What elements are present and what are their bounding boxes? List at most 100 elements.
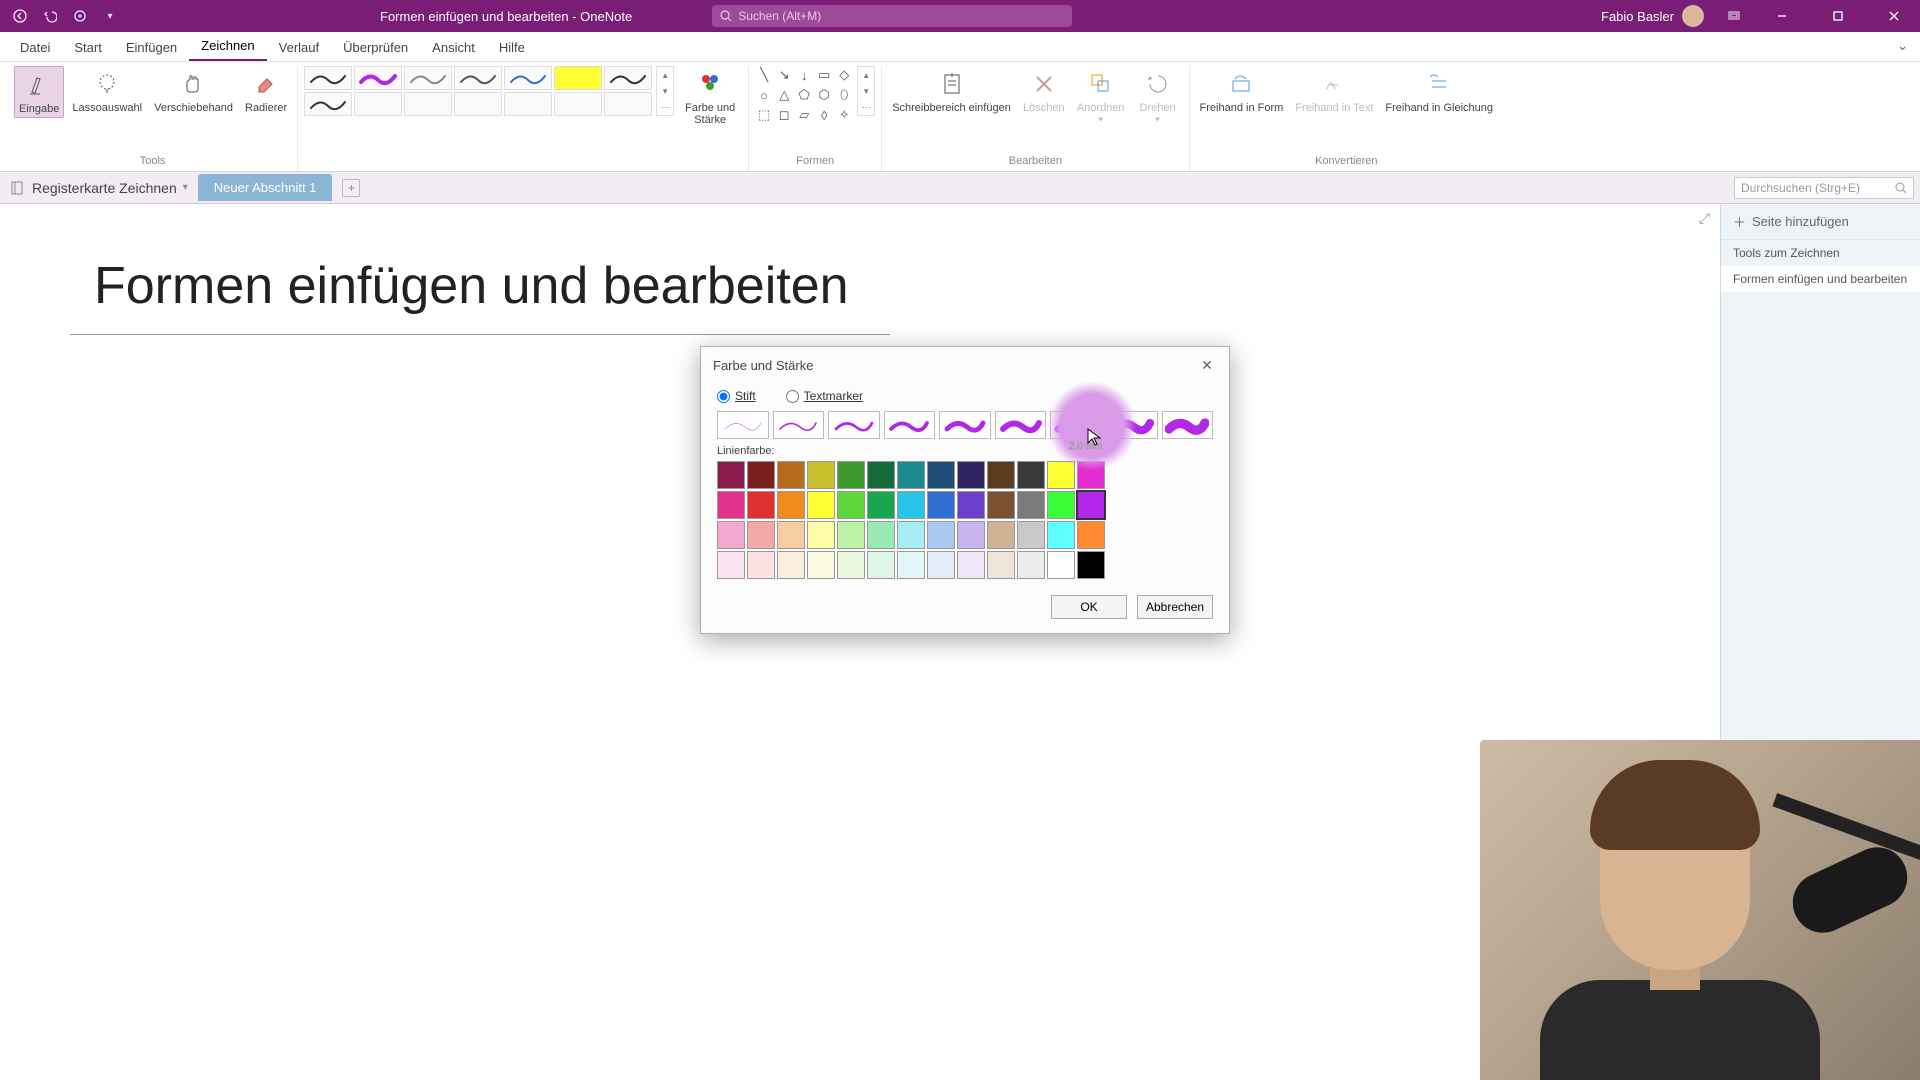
fullscreen-icon[interactable]: ⤢ xyxy=(1699,210,1710,227)
page-list-item[interactable]: Formen einfügen und bearbeiten xyxy=(1721,266,1920,292)
menu-tab-start[interactable]: Start xyxy=(62,34,113,61)
color-swatch[interactable] xyxy=(717,461,745,489)
color-swatch[interactable] xyxy=(717,521,745,549)
color-swatch[interactable] xyxy=(807,461,835,489)
color-swatch[interactable] xyxy=(1047,461,1075,489)
color-swatch[interactable] xyxy=(1047,521,1075,549)
color-swatch[interactable] xyxy=(1017,461,1045,489)
page-list-item[interactable]: Tools zum Zeichnen xyxy=(1721,240,1920,266)
tool-eingabe[interactable]: Eingabe xyxy=(14,66,64,118)
color-swatch[interactable] xyxy=(807,521,835,549)
color-swatch[interactable] xyxy=(747,551,775,579)
color-swatch[interactable] xyxy=(927,521,955,549)
undo-icon[interactable] xyxy=(40,6,60,26)
color-swatch[interactable] xyxy=(987,461,1015,489)
pen-preset-3[interactable] xyxy=(454,66,502,90)
menu-tab-datei[interactable]: Datei xyxy=(8,34,62,61)
collapse-ribbon-icon[interactable]: ⌄ xyxy=(1897,38,1908,54)
radio-marker[interactable]: Textmarker xyxy=(786,389,863,403)
radio-pen[interactable]: Stift xyxy=(717,389,756,403)
pen-preset-b5[interactable] xyxy=(554,92,602,116)
shape-6[interactable]: △ xyxy=(775,86,793,104)
color-swatch[interactable] xyxy=(777,461,805,489)
color-swatch[interactable] xyxy=(957,461,985,489)
thickness-0[interactable] xyxy=(717,411,769,439)
notebook-search[interactable]: Durchsuchen (Strg+E) xyxy=(1734,177,1914,199)
color-swatch[interactable] xyxy=(747,521,775,549)
pen-preset-1[interactable] xyxy=(354,66,402,90)
shape-8[interactable]: ⬡ xyxy=(815,86,833,104)
menu-tab-zeichnen[interactable]: Zeichnen xyxy=(189,32,266,61)
shape-4[interactable]: ◇ xyxy=(835,66,853,84)
color-swatch[interactable] xyxy=(1077,551,1105,579)
thickness-4[interactable] xyxy=(939,411,991,439)
color-swatch[interactable] xyxy=(987,521,1015,549)
color-swatch[interactable] xyxy=(777,551,805,579)
menu-tab-überprüfen[interactable]: Überprüfen xyxy=(331,34,420,61)
thickness-3[interactable] xyxy=(884,411,936,439)
thickness-2[interactable] xyxy=(828,411,880,439)
menu-tab-einfügen[interactable]: Einfügen xyxy=(114,34,189,61)
color-swatch[interactable] xyxy=(807,491,835,519)
pen-preset-2[interactable] xyxy=(404,66,452,90)
color-swatch[interactable] xyxy=(927,491,955,519)
add-page-button[interactable]: ＋ Seite hinzufügen xyxy=(1721,204,1920,240)
shape-10[interactable]: ⬚ xyxy=(755,106,773,124)
color-swatch[interactable] xyxy=(867,491,895,519)
color-swatch[interactable] xyxy=(837,491,865,519)
color-swatch[interactable] xyxy=(1077,491,1105,519)
color-swatch[interactable] xyxy=(837,521,865,549)
color-swatch[interactable] xyxy=(837,551,865,579)
maximize-button[interactable] xyxy=(1820,0,1856,32)
menu-tab-verlauf[interactable]: Verlauf xyxy=(267,34,331,61)
search-box[interactable]: Suchen (Alt+M) xyxy=(712,5,1072,27)
convert-2[interactable]: Freihand in Gleichung xyxy=(1381,66,1497,116)
color-swatch[interactable] xyxy=(837,461,865,489)
shape-7[interactable]: ⬠ xyxy=(795,86,813,104)
color-swatch[interactable] xyxy=(1077,521,1105,549)
shape-11[interactable]: ◻ xyxy=(775,106,793,124)
color-swatch[interactable] xyxy=(777,491,805,519)
color-swatch[interactable] xyxy=(807,551,835,579)
shape-1[interactable]: ↘ xyxy=(775,66,793,84)
add-section-button[interactable]: + xyxy=(342,179,360,197)
shapes-gallery[interactable]: ╲↘↓▭◇○△⬠⬡⬯⬚◻▱◊✧ xyxy=(755,66,853,124)
pen-preset-5[interactable] xyxy=(554,66,602,90)
color-swatch[interactable] xyxy=(747,461,775,489)
color-swatch[interactable] xyxy=(717,491,745,519)
pen-preset-0[interactable] xyxy=(304,66,352,90)
pen-preset-b1[interactable] xyxy=(354,92,402,116)
edit-0[interactable]: Schreibbereich einfügen xyxy=(888,66,1015,116)
thickness-6[interactable] xyxy=(1050,411,1102,439)
pen-preset-b3[interactable] xyxy=(454,92,502,116)
color-swatch[interactable] xyxy=(867,461,895,489)
present-icon[interactable] xyxy=(1724,6,1744,26)
color-swatch[interactable] xyxy=(897,461,925,489)
touch-icon[interactable] xyxy=(70,6,90,26)
shape-13[interactable]: ◊ xyxy=(815,106,833,124)
convert-0[interactable]: Freihand in Form xyxy=(1196,66,1288,116)
pen-preset-4[interactable] xyxy=(504,66,552,90)
color-swatch[interactable] xyxy=(927,551,955,579)
back-icon[interactable] xyxy=(10,6,30,26)
color-swatch[interactable] xyxy=(897,521,925,549)
color-swatch[interactable] xyxy=(897,491,925,519)
color-swatch[interactable] xyxy=(717,551,745,579)
color-swatch[interactable] xyxy=(1017,521,1045,549)
shape-3[interactable]: ▭ xyxy=(815,66,833,84)
tool-verschiebehand[interactable]: Verschiebehand xyxy=(150,66,237,116)
color-swatch[interactable] xyxy=(777,521,805,549)
shapes-gallery-expand[interactable]: ▴▾⋯ xyxy=(857,66,875,116)
thickness-7[interactable] xyxy=(1106,411,1158,439)
color-thickness-button[interactable]: Farbe und Stärke xyxy=(678,66,742,128)
shape-9[interactable]: ⬯ xyxy=(835,86,853,104)
color-swatch[interactable] xyxy=(747,491,775,519)
color-swatch[interactable] xyxy=(1017,491,1045,519)
cancel-button[interactable]: Abbrechen xyxy=(1137,595,1213,619)
close-button[interactable] xyxy=(1876,0,1912,32)
shape-2[interactable]: ↓ xyxy=(795,66,813,84)
color-swatch[interactable] xyxy=(897,551,925,579)
tool-radierer[interactable]: Radierer xyxy=(241,66,291,116)
shape-5[interactable]: ○ xyxy=(755,86,773,104)
color-swatch[interactable] xyxy=(957,521,985,549)
